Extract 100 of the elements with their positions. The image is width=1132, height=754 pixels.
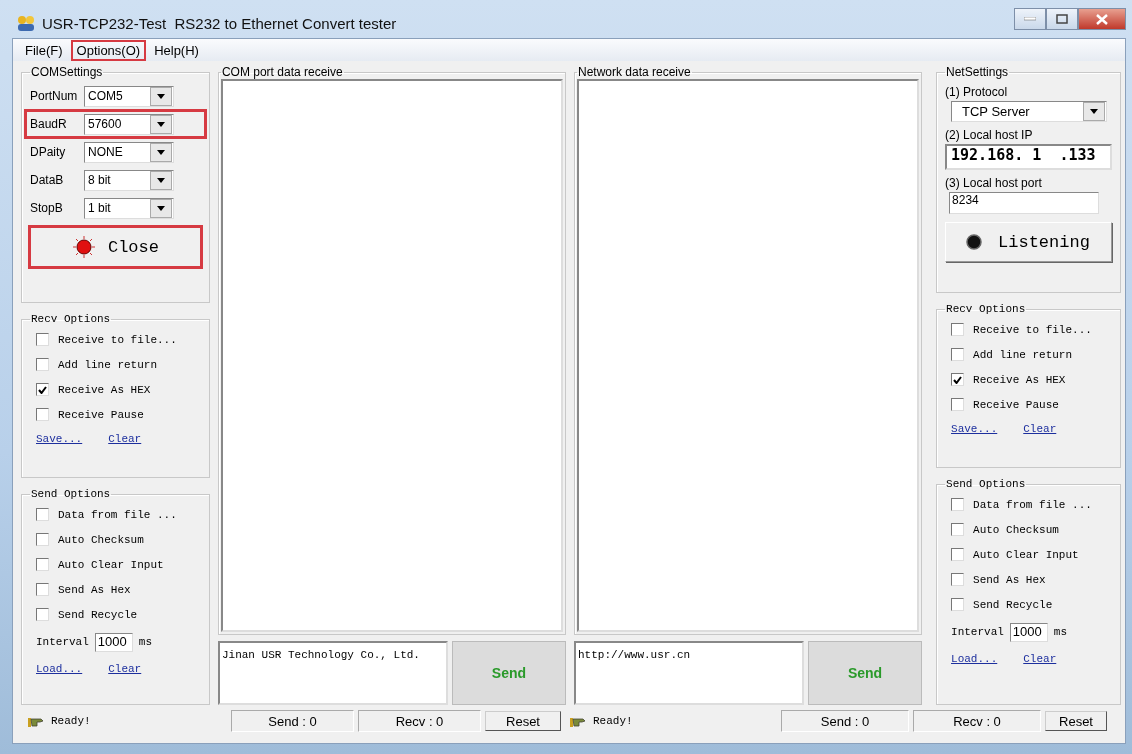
checkbox[interactable] (951, 548, 965, 561)
link[interactable]: Save... (36, 433, 83, 445)
checkbox[interactable] (951, 373, 965, 386)
reset-button[interactable]: Reset (1045, 711, 1107, 731)
group-title: Send Options (945, 478, 1027, 490)
checkbox-label[interactable]: Receive As HEX (973, 373, 1066, 386)
minimize-icon (1024, 17, 1036, 21)
checkbox[interactable] (36, 558, 49, 571)
checkbox-label[interactable]: Send Recycle (973, 598, 1053, 611)
dropdown[interactable]: TCP Server (951, 101, 1108, 122)
link[interactable]: Load... (36, 663, 83, 675)
people-icon (16, 14, 36, 32)
ip-address-input[interactable]: 192.168. 1 .133 (945, 144, 1112, 170)
send-text-area[interactable]: http://www.usr.cn (574, 641, 804, 705)
field-label: (3) Local host port (945, 176, 1043, 190)
dropdown-arrow-icon (1090, 109, 1099, 114)
checkbox[interactable] (36, 533, 49, 546)
field-label: DataB (30, 173, 65, 187)
menu-item[interactable]: Help(H) (148, 39, 205, 61)
group-title: Recv Options (30, 313, 112, 325)
checkbox[interactable] (36, 383, 49, 396)
checkbox-label[interactable]: Receive Pause (58, 408, 144, 421)
checkbox[interactable] (951, 573, 965, 586)
checkbox-label[interactable]: Auto Checksum (973, 523, 1059, 536)
dropdown[interactable]: NONE (84, 141, 174, 163)
checkbox-label[interactable]: Send As Hex (58, 583, 131, 596)
group-title: Send Options (30, 488, 112, 500)
send-counter: Send : 0 (231, 710, 354, 732)
checkbox[interactable] (36, 508, 49, 521)
status-message: Ready! (593, 715, 633, 727)
close-button[interactable] (1078, 8, 1126, 30)
menu-item[interactable]: File(F) (19, 39, 69, 61)
field-label: DPaity (30, 145, 67, 159)
group-title: Network data receive (577, 65, 692, 79)
checkbox[interactable] (951, 523, 965, 536)
send-text-area[interactable]: Jinan USR Technology Co., Ltd. (217, 641, 448, 705)
dropdown[interactable]: COM5 (84, 85, 174, 107)
dropdown[interactable]: 1 bit (84, 197, 174, 219)
checkbox-label[interactable]: Auto Clear Input (973, 548, 1079, 561)
interval-input[interactable]: 1000 (94, 632, 133, 652)
send-counter: Send : 0 (781, 710, 909, 732)
checkbox[interactable] (951, 323, 965, 336)
checkbox-label[interactable]: Send As Hex (973, 573, 1046, 586)
maximize-icon (1056, 14, 1068, 24)
checkbox[interactable] (36, 358, 49, 371)
maximize-button[interactable] (1046, 8, 1078, 30)
dropdown-arrow-icon (157, 177, 165, 183)
checkbox-label[interactable]: Auto Checksum (58, 533, 144, 546)
checkbox-label[interactable]: Receive Pause (973, 398, 1059, 411)
reset-button[interactable]: Reset (485, 711, 561, 731)
link[interactable]: Load... (951, 653, 998, 665)
field-label: StopB (30, 201, 64, 215)
close-icon (1096, 13, 1108, 25)
checkbox-label[interactable]: Send Recycle (58, 608, 138, 621)
interval-input[interactable]: 1000 (1009, 622, 1048, 642)
checkbox[interactable] (36, 408, 49, 421)
checkbox[interactable] (36, 583, 49, 596)
link[interactable]: Clear (108, 433, 142, 445)
checkbox[interactable] (951, 398, 965, 411)
checkbox-label[interactable]: Data from file ... (973, 498, 1092, 511)
checkbox[interactable] (36, 333, 49, 346)
group-title: COMSettings (30, 65, 104, 79)
receive-counter: Recv : 0 (358, 710, 481, 732)
dropdown-arrow-icon (157, 149, 165, 155)
checkbox-label[interactable]: Auto Clear Input (58, 558, 164, 571)
window-title: USR-TCP232-Test RS232 to Ethernet Convert tester (42, 14, 397, 32)
checkbox-label[interactable]: Data from file ... (58, 508, 177, 521)
link[interactable]: Clear (1023, 423, 1057, 435)
checkbox-label[interactable]: Add line return (973, 348, 1073, 361)
unit-label: ms (138, 636, 152, 648)
checkbox[interactable] (951, 598, 965, 611)
field-label: PortNum (30, 89, 79, 103)
status-message: Ready! (51, 715, 91, 727)
dropdown[interactable]: 57600 (84, 113, 174, 135)
checkbox-label[interactable]: Receive As HEX (58, 383, 151, 396)
link[interactable]: Clear (1023, 653, 1057, 665)
group-title: NetSettings (945, 65, 1010, 79)
unit-label: ms (1053, 626, 1068, 638)
checkbox-label[interactable]: Receive to file... (58, 333, 177, 346)
dropdown[interactable]: 8 bit (84, 169, 174, 191)
group-title: Recv Options (945, 303, 1027, 315)
dropdown-arrow-icon (157, 93, 165, 99)
field-label: (2) Local host IP (945, 128, 1034, 142)
port-input[interactable]: 8234 (949, 192, 1100, 214)
field-label: BaudR (30, 117, 68, 131)
checkbox-label[interactable]: Receive to file... (973, 323, 1092, 336)
link[interactable]: Save... (951, 423, 998, 435)
group-title: COM port data receive (220, 65, 344, 79)
checkbox[interactable] (951, 348, 965, 361)
link[interactable]: Clear (108, 663, 142, 675)
listen-toggle-button[interactable]: Listening (945, 222, 1112, 262)
field-label: (1) Protocol (945, 85, 1009, 99)
minimize-button[interactable] (1014, 8, 1046, 30)
interval-label: Interval (36, 636, 89, 648)
checkbox[interactable] (36, 608, 49, 621)
checkbox-label[interactable]: Add line return (58, 358, 158, 371)
checkbox[interactable] (951, 498, 965, 511)
menu-item[interactable]: Options(O) (70, 39, 147, 61)
dropdown-arrow-icon (157, 121, 165, 127)
dropdown-arrow-icon (157, 205, 165, 211)
